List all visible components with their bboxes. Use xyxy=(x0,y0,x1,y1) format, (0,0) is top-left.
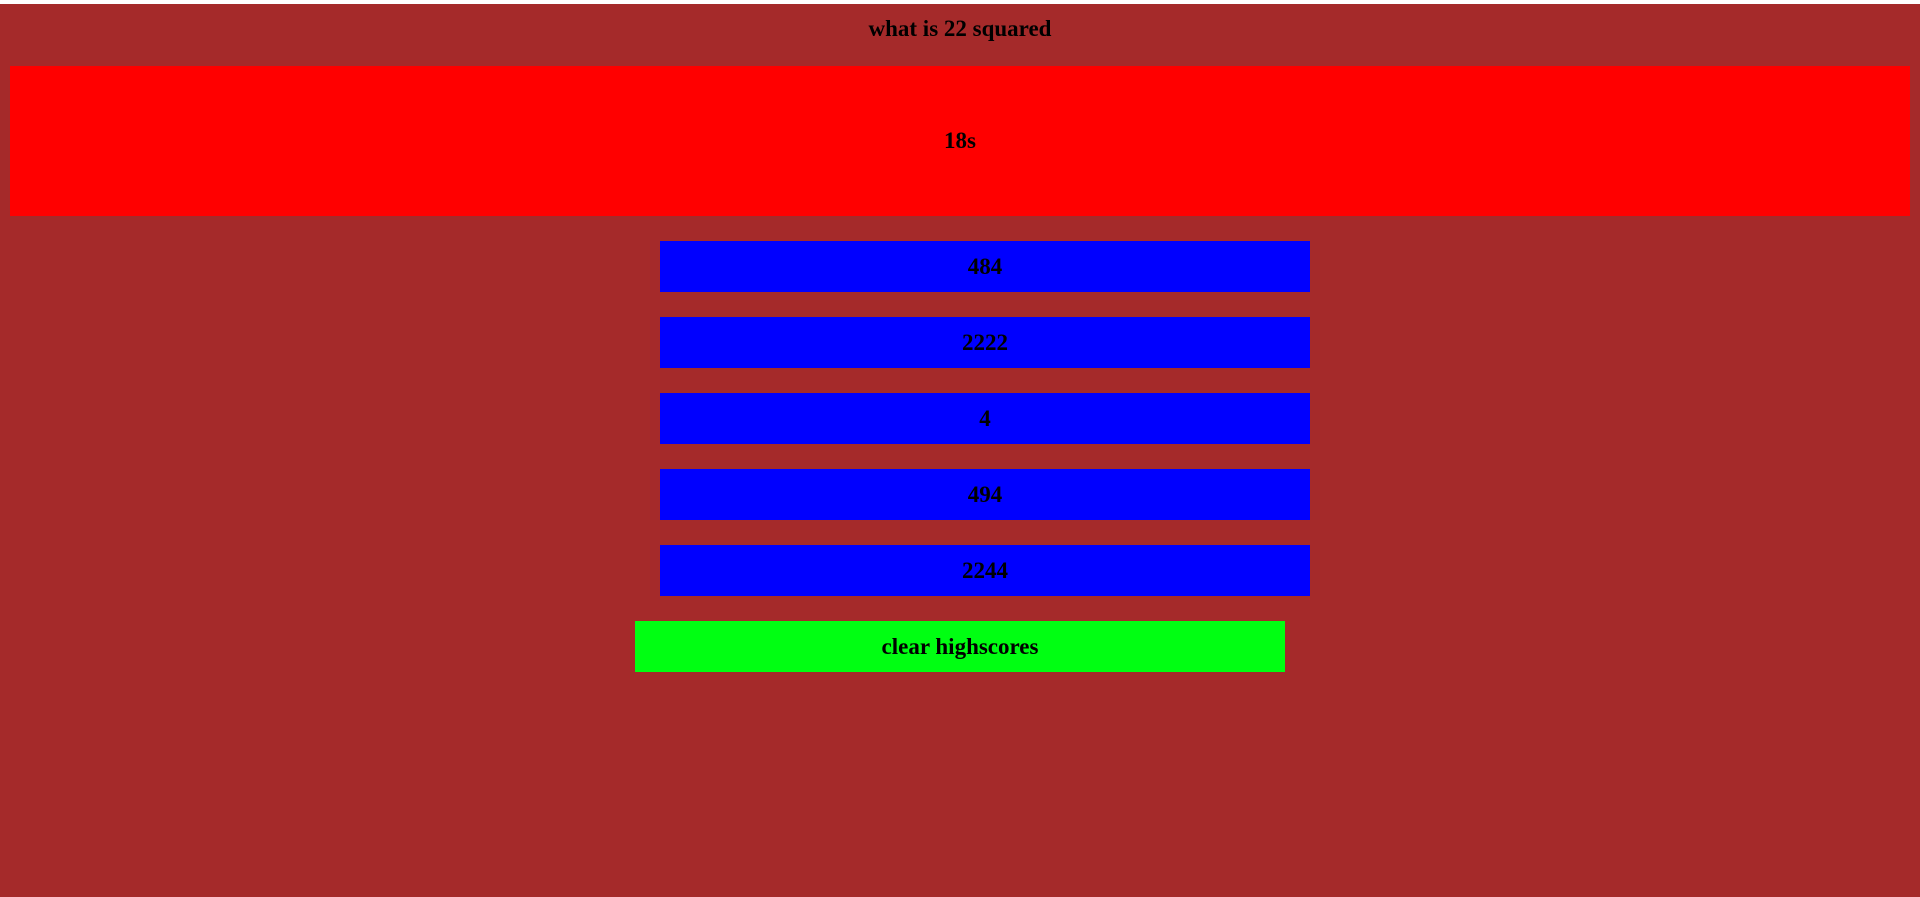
clear-highscores-button[interactable]: clear highscores xyxy=(635,621,1285,672)
quiz-page: what is 22 squared 18s 484 2222 4 494 22… xyxy=(0,4,1920,897)
timer-bar: 18s xyxy=(10,66,1910,216)
timer-label: 18s xyxy=(944,128,976,153)
answer-button-3[interactable]: 4 xyxy=(660,393,1310,444)
answer-button-4[interactable]: 494 xyxy=(660,469,1310,520)
answer-button-2[interactable]: 2222 xyxy=(660,317,1310,368)
answer-button-1[interactable]: 484 xyxy=(660,241,1310,292)
question-text: what is 22 squared xyxy=(868,16,1052,41)
answer-button-5[interactable]: 2244 xyxy=(660,545,1310,596)
